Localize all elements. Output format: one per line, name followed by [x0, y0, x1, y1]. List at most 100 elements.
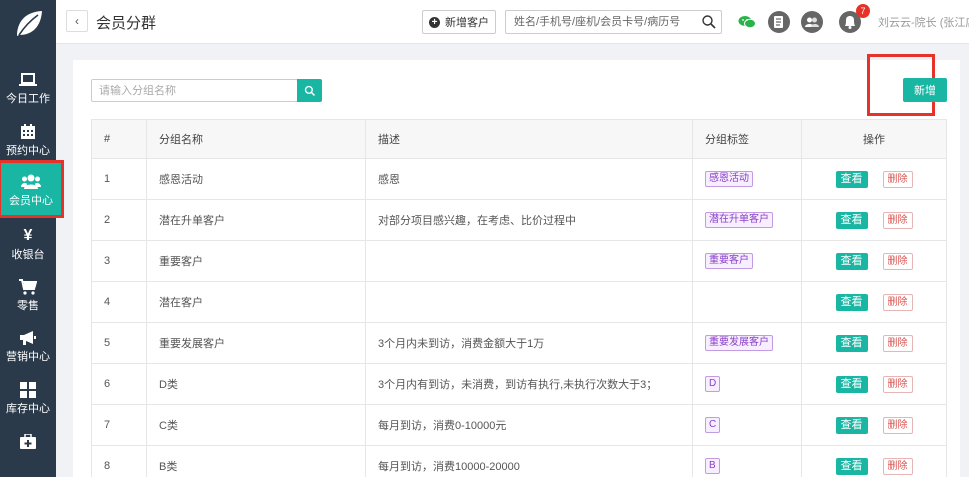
group-tag-cell: D: [692, 363, 802, 405]
contacts-icon[interactable]: [800, 10, 824, 34]
delete-button[interactable]: 删除: [882, 416, 913, 434]
sidebar-item-cashier[interactable]: ¥ 收银台: [0, 218, 56, 268]
column-header: 分组名称: [146, 119, 366, 159]
row-index: 8: [91, 445, 147, 477]
table-row: 1 感恩活动 感恩 感恩活动 查看 删除: [91, 158, 947, 200]
group-search: [91, 79, 298, 102]
view-button[interactable]: 查看: [835, 334, 868, 352]
view-button[interactable]: 查看: [835, 211, 868, 229]
group-description: [365, 281, 693, 323]
delete-button[interactable]: 删除: [882, 293, 913, 311]
sidebar-item-retail[interactable]: 零售: [0, 269, 56, 319]
chevron-left-icon: ‹: [75, 14, 79, 28]
actions-cell: 查看 删除: [801, 199, 947, 241]
table-row: 4 潜在客户 查看 删除: [91, 281, 947, 323]
sidebar-item-label: 零售: [17, 299, 39, 312]
actions-cell: 查看 删除: [801, 445, 947, 477]
column-header: 分组标签: [692, 119, 802, 159]
grid-icon: [20, 380, 36, 400]
top-header: ‹ 会员分群 + 新增客户 7 刘云云-院长 (张江店): [56, 0, 969, 44]
global-search: [505, 10, 722, 34]
delete-button[interactable]: 删除: [882, 375, 913, 393]
table-row: 2 潜在升单客户 对部分项目感兴趣，在考虑、比价过程中 潜在升单客户 查看 删除: [91, 199, 947, 241]
notification-badge: 7: [856, 4, 870, 18]
add-customer-button[interactable]: + 新增客户: [422, 10, 496, 34]
row-index: 6: [91, 363, 147, 405]
laptop-icon: [19, 70, 37, 90]
sidebar-item-label: 今日工作: [6, 92, 50, 105]
group-name: 潜在升单客户: [146, 199, 366, 241]
plus-circle-icon: +: [429, 16, 440, 28]
actions-cell: 查看 删除: [801, 158, 947, 200]
table-row: 3 重要客户 重要客户 查看 删除: [91, 240, 947, 282]
delete-button[interactable]: 删除: [882, 211, 913, 229]
group-description: 感恩: [365, 158, 693, 200]
view-button[interactable]: 查看: [835, 457, 868, 475]
sidebar-item-appointment[interactable]: 预约中心: [0, 114, 56, 164]
group-description: 每月到访，消费0-10000元: [365, 404, 693, 446]
actions-cell: 查看 删除: [801, 240, 947, 282]
delete-button[interactable]: 删除: [882, 252, 913, 270]
table-row: 8 B类 每月到访，消费10000-20000 B 查看 删除: [91, 445, 947, 477]
sidebar-item-label: 预约中心: [6, 144, 50, 157]
wechat-icon[interactable]: [735, 10, 759, 34]
sidebar-item-label: 营销中心: [6, 350, 50, 363]
table-row: 7 C类 每月到访，消费0-10000元 C 查看 删除: [91, 404, 947, 446]
group-search-input[interactable]: [92, 80, 292, 101]
back-button[interactable]: ‹: [66, 10, 88, 32]
sidebar-item-medical[interactable]: [0, 418, 56, 468]
group-tag-cell: 重要发展客户: [692, 322, 802, 364]
yen-icon: ¥: [23, 226, 33, 244]
group-name: 重要客户: [146, 240, 366, 282]
table-row: 6 D类 3个月内有到访，未消费，到访有执行,未执行次数大于3； D 查看 删除: [91, 363, 947, 405]
delete-button[interactable]: 删除: [882, 457, 913, 475]
view-button[interactable]: 查看: [835, 293, 868, 311]
row-index: 3: [91, 240, 147, 282]
medkit-icon: [20, 432, 36, 452]
group-search-button[interactable]: [297, 79, 322, 102]
row-index: 4: [91, 281, 147, 323]
table-header-row: # 分组名称 描述 分组标签 操作: [91, 119, 947, 159]
megaphone-icon: [19, 328, 37, 348]
search-icon: [304, 85, 315, 96]
view-button[interactable]: 查看: [835, 375, 868, 393]
view-button[interactable]: 查看: [835, 252, 868, 270]
sidebar-item-marketing[interactable]: 营销中心: [0, 320, 56, 370]
calendar-icon: [20, 122, 36, 142]
group-name: 感恩活动: [146, 158, 366, 200]
sidebar: 今日工作 预约中心 会员中心 ¥ 收银台 零售 营销中心 库存中心: [0, 0, 64, 477]
global-search-input[interactable]: [506, 11, 691, 33]
column-header: 描述: [365, 119, 693, 159]
sidebar-item-label: 库存中心: [6, 402, 50, 415]
group-tag-cell: [692, 281, 802, 323]
group-tag-cell: C: [692, 404, 802, 446]
user-menu[interactable]: 刘云云-院长 (张江店): [878, 14, 969, 30]
group-tag: 重要发展客户: [705, 335, 773, 351]
row-index: 1: [91, 158, 147, 200]
search-icon[interactable]: [701, 14, 717, 33]
document-icon[interactable]: [767, 10, 791, 34]
table-row: 5 重要发展客户 3个月内未到访，消费金额大于1万 重要发展客户 查看 删除: [91, 322, 947, 364]
view-button[interactable]: 查看: [835, 416, 868, 434]
row-index: 5: [91, 322, 147, 364]
group-name: 潜在客户: [146, 281, 366, 323]
delete-button[interactable]: 删除: [882, 334, 913, 352]
group-description: 3个月内有到访，未消费，到访有执行,未执行次数大于3；: [365, 363, 693, 405]
users-icon: [21, 172, 41, 192]
group-tag: 重要客户: [705, 253, 753, 269]
sidebar-item-label: 收银台: [11, 248, 45, 261]
new-group-button[interactable]: 新增: [903, 78, 947, 102]
leaf-logo-icon: [17, 11, 42, 36]
group-description: 对部分项目感兴趣，在考虑、比价过程中: [365, 199, 693, 241]
group-name: C类: [146, 404, 366, 446]
actions-cell: 查看 删除: [801, 281, 947, 323]
view-button[interactable]: 查看: [835, 170, 868, 188]
group-name: D类: [146, 363, 366, 405]
delete-button[interactable]: 删除: [882, 170, 913, 188]
page-title: 会员分群: [96, 15, 157, 32]
sidebar-item-inventory[interactable]: 库存中心: [0, 372, 56, 422]
sidebar-item-member-center[interactable]: 会员中心: [0, 160, 64, 218]
content-panel: 新增 # 分组名称 描述 分组标签 操作 1感恩活动感恩感恩活动查看删除2潜在升…: [73, 54, 960, 477]
group-tag-cell: B: [692, 445, 802, 477]
sidebar-item-today-work[interactable]: 今日工作: [0, 62, 56, 112]
